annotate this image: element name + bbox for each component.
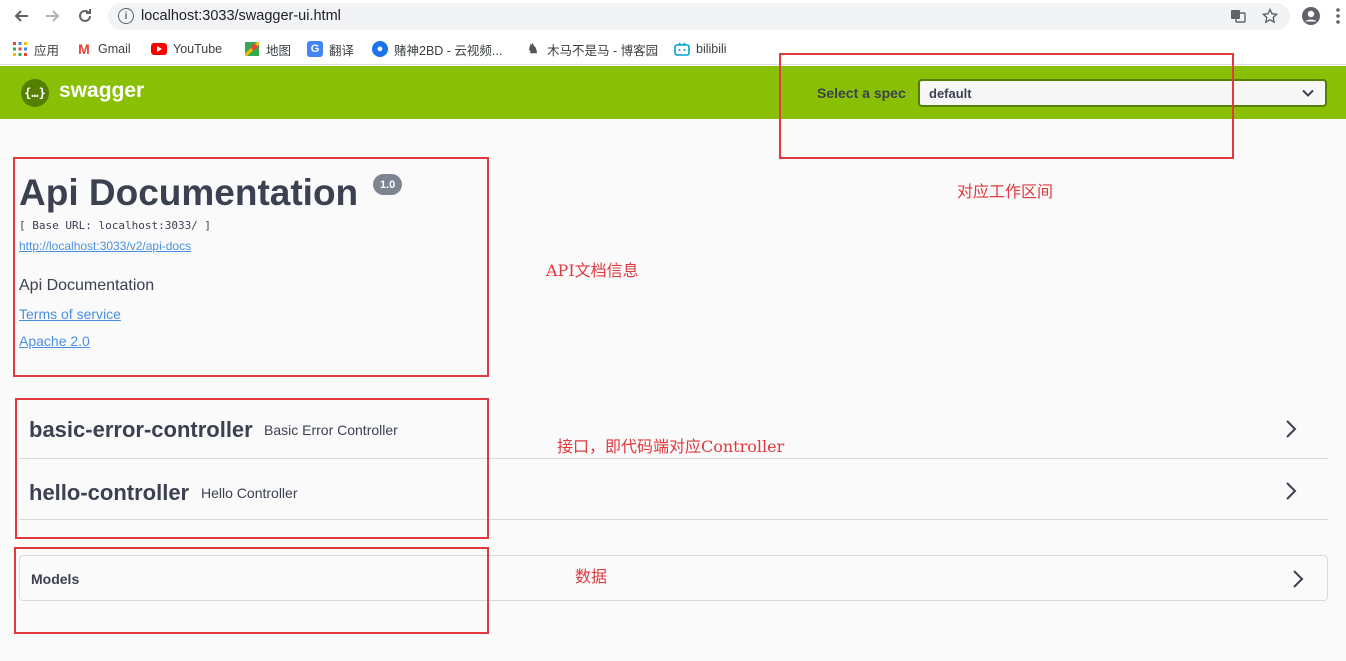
account-icon[interactable] <box>1299 4 1323 28</box>
bookmark-label: Gmail <box>98 42 131 56</box>
bookmark-youtube[interactable]: YouTube <box>151 40 222 58</box>
chevron-down-icon <box>1302 89 1314 97</box>
bookmark-maps[interactable]: 地图 <box>244 40 291 58</box>
swagger-logo-text[interactable]: swagger <box>59 79 144 103</box>
bookmark-label: 地图 <box>266 43 292 58</box>
info-icon[interactable]: i <box>118 8 134 24</box>
swagger-logo-icon[interactable]: {…} <box>21 79 49 107</box>
bookmark-bilibili[interactable]: bilibili <box>674 40 727 58</box>
back-arrow-icon[interactable] <box>9 4 33 28</box>
bookmark-label: YouTube <box>173 42 223 56</box>
bookmark-label: 翻译 <box>329 43 355 58</box>
address-bar[interactable]: i localhost:3033/swagger-ui.html <box>108 3 1290 30</box>
annotation-models: 数据 <box>575 567 608 586</box>
video-site-icon: ● <box>372 41 388 57</box>
annotation-box-models <box>14 547 489 634</box>
bookmark-label: 赌神2BD - 云视频... <box>394 43 503 58</box>
apps-grid-icon <box>12 41 28 57</box>
annotation-box-info <box>13 157 489 377</box>
bookmark-gmail[interactable]: M Gmail <box>76 40 131 58</box>
bookmark-label: 应用 <box>34 43 60 58</box>
translate-page-icon[interactable] <box>1229 7 1247 25</box>
annotation-tags: 接口，即代码端对应Controller <box>557 437 785 456</box>
translate-icon: G <box>307 41 323 57</box>
bookmark-translate[interactable]: G 翻译 <box>307 40 354 58</box>
bookmark-label: bilibili <box>696 42 727 56</box>
blog-icon: ♞ <box>527 41 539 56</box>
bookmark-blog[interactable]: ♞ 木马不是马 - 博客园 <box>525 40 658 58</box>
chevron-right-icon <box>1286 420 1297 438</box>
browser-toolbar: i localhost:3033/swagger-ui.html <box>0 0 1346 33</box>
bookmark-video-site[interactable]: ● 赌神2BD - 云视频... <box>372 40 502 58</box>
forward-arrow-icon[interactable] <box>41 4 65 28</box>
youtube-icon <box>151 41 167 57</box>
bookmark-label: 木马不是马 - 博客园 <box>547 43 659 58</box>
gmail-icon: M <box>78 41 90 57</box>
annotation-spec: 对应工作区间 <box>957 182 1054 201</box>
reload-icon[interactable] <box>73 4 97 28</box>
chevron-right-icon <box>1293 570 1304 588</box>
annotation-box-tags <box>15 398 489 539</box>
address-url: localhost:3033/swagger-ui.html <box>141 8 341 24</box>
annotation-box-spec <box>779 53 1234 159</box>
annotation-info: API文档信息 <box>546 261 639 280</box>
chevron-right-icon <box>1286 482 1297 500</box>
bookmark-apps[interactable]: 应用 <box>12 40 59 58</box>
bilibili-icon <box>674 41 690 57</box>
maps-icon <box>244 41 260 57</box>
menu-dots-icon[interactable] <box>1326 4 1346 28</box>
star-icon[interactable] <box>1261 7 1279 25</box>
